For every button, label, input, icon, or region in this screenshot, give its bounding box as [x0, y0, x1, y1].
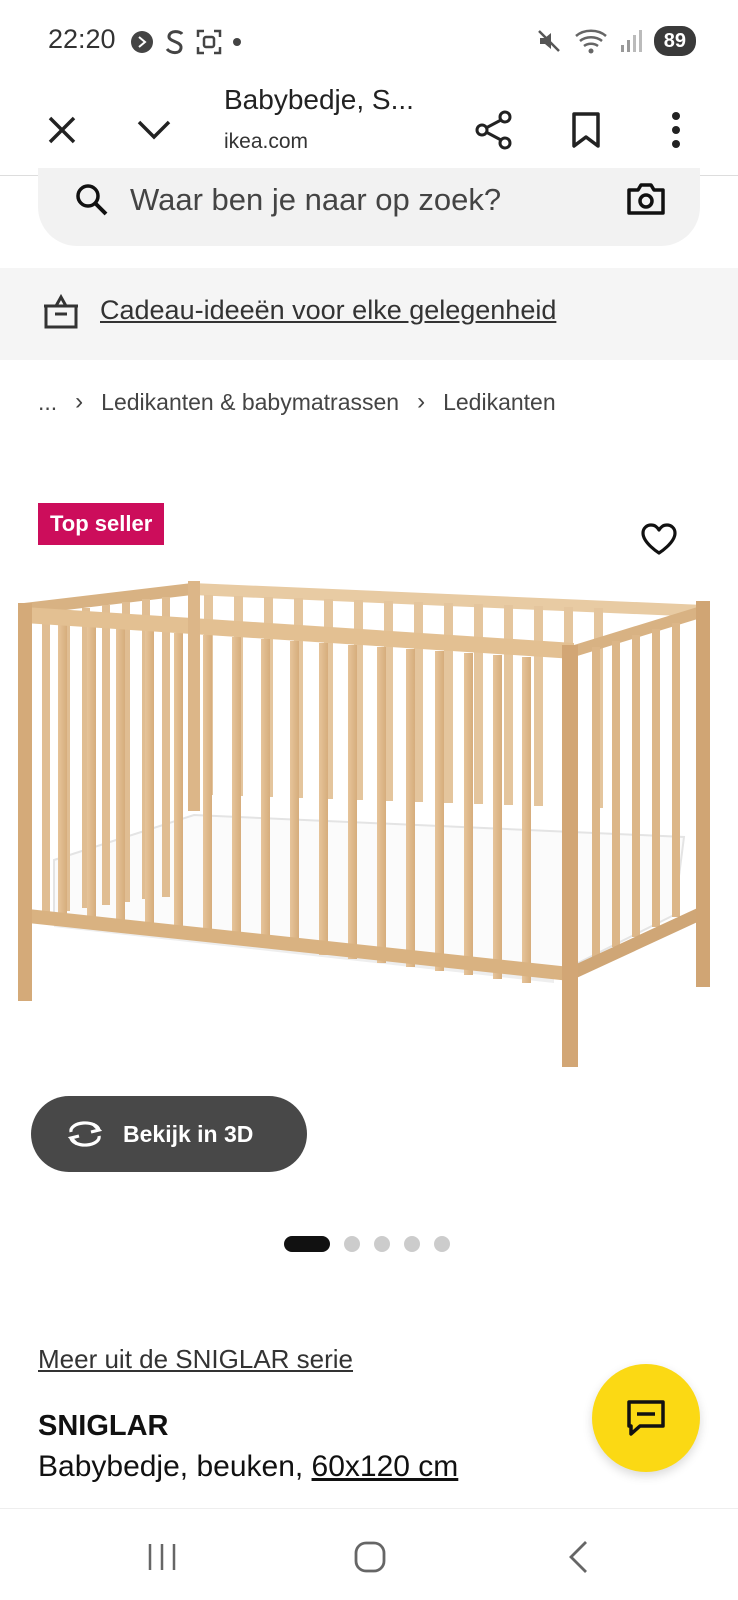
breadcrumb-item-cribs[interactable]: Ledikanten — [443, 389, 556, 416]
product-size-link[interactable]: 60x120 cm — [312, 1450, 459, 1483]
page-url: ikea.com — [224, 130, 309, 153]
favorite-heart-icon[interactable] — [640, 522, 678, 556]
chevron-down-icon — [137, 120, 171, 140]
breadcrumb-item-ellipsis[interactable]: ... — [38, 389, 57, 416]
menu-button[interactable] — [644, 98, 708, 162]
gift-box-icon — [44, 294, 78, 329]
carousel-indicator — [284, 1236, 450, 1252]
signal-icon — [620, 30, 642, 52]
s-app-icon — [165, 30, 184, 55]
system-nav-bar — [0, 1508, 738, 1600]
view-in-3d-button[interactable]: Bekijk in 3D — [31, 1096, 307, 1172]
breadcrumb: ... › Ledikanten & babymatrassen › Ledik… — [38, 388, 556, 416]
breadcrumb-item-cribs-mattresses[interactable]: Ledikanten & babymatrassen — [101, 389, 399, 416]
recent-apps-icon — [148, 1544, 176, 1570]
close-icon — [48, 116, 76, 144]
browser-toolbar: Babybedje, S... ikea.com — [0, 84, 738, 176]
screenshot-icon — [196, 29, 222, 55]
carousel-dot-2[interactable] — [344, 1236, 360, 1252]
recent-apps-button[interactable] — [132, 1533, 192, 1581]
search-input[interactable]: Waar ben je naar op zoek? — [130, 182, 501, 218]
home-icon — [354, 1541, 386, 1573]
minimize-button[interactable] — [122, 98, 186, 162]
search-bar[interactable]: Waar ben je naar op zoek? — [38, 168, 700, 246]
system-icons: 89 — [536, 26, 696, 56]
notification-icons — [130, 28, 242, 56]
notification-icon — [131, 31, 153, 53]
chevron-right-icon: › — [417, 388, 426, 415]
more-vert-icon — [672, 112, 680, 148]
carousel-dot-4[interactable] — [404, 1236, 420, 1252]
series-link[interactable]: Meer uit de SNIGLAR serie — [38, 1344, 353, 1375]
chevron-right-icon: › — [75, 388, 84, 415]
close-button[interactable] — [30, 98, 94, 162]
back-icon — [569, 1541, 587, 1573]
home-button[interactable] — [340, 1533, 400, 1581]
view-in-3d-label: Bekijk in 3D — [123, 1120, 254, 1147]
share-icon — [475, 110, 512, 150]
top-seller-badge: Top seller — [38, 503, 165, 545]
product-description: Babybedje, beuken, 60x120 cm — [38, 1450, 458, 1484]
carousel-dot-5[interactable] — [434, 1236, 450, 1252]
share-button[interactable] — [462, 98, 526, 162]
carousel-dot-1[interactable] — [284, 1236, 330, 1252]
gift-ideas-link[interactable]: Cadeau-ideeën voor elke gelegenheid — [100, 295, 556, 326]
crib-product-image — [18, 581, 710, 1067]
wifi-icon — [574, 29, 607, 54]
page-title: Babybedje, S... — [224, 84, 414, 115]
chat-icon — [627, 1400, 665, 1436]
product-type: Babybedje, beuken, — [38, 1450, 312, 1483]
search-icon — [76, 184, 108, 216]
dot-icon — [233, 38, 241, 46]
mute-icon — [537, 30, 560, 52]
rotate-3d-icon — [67, 1121, 103, 1147]
bookmark-icon — [572, 112, 600, 148]
chat-button[interactable] — [592, 1364, 700, 1472]
back-button[interactable] — [548, 1533, 608, 1581]
bookmark-button[interactable] — [554, 98, 618, 162]
carousel-dot-3[interactable] — [374, 1236, 390, 1252]
camera-icon — [627, 183, 665, 215]
battery-indicator: 89 — [653, 26, 696, 56]
promo-banner: Cadeau-ideeën voor elke gelegenheid — [0, 268, 738, 360]
product-name: SNIGLAR — [38, 1410, 169, 1442]
status-bar: 22:20 89 — [0, 0, 738, 84]
status-time: 22:20 — [48, 24, 116, 54]
